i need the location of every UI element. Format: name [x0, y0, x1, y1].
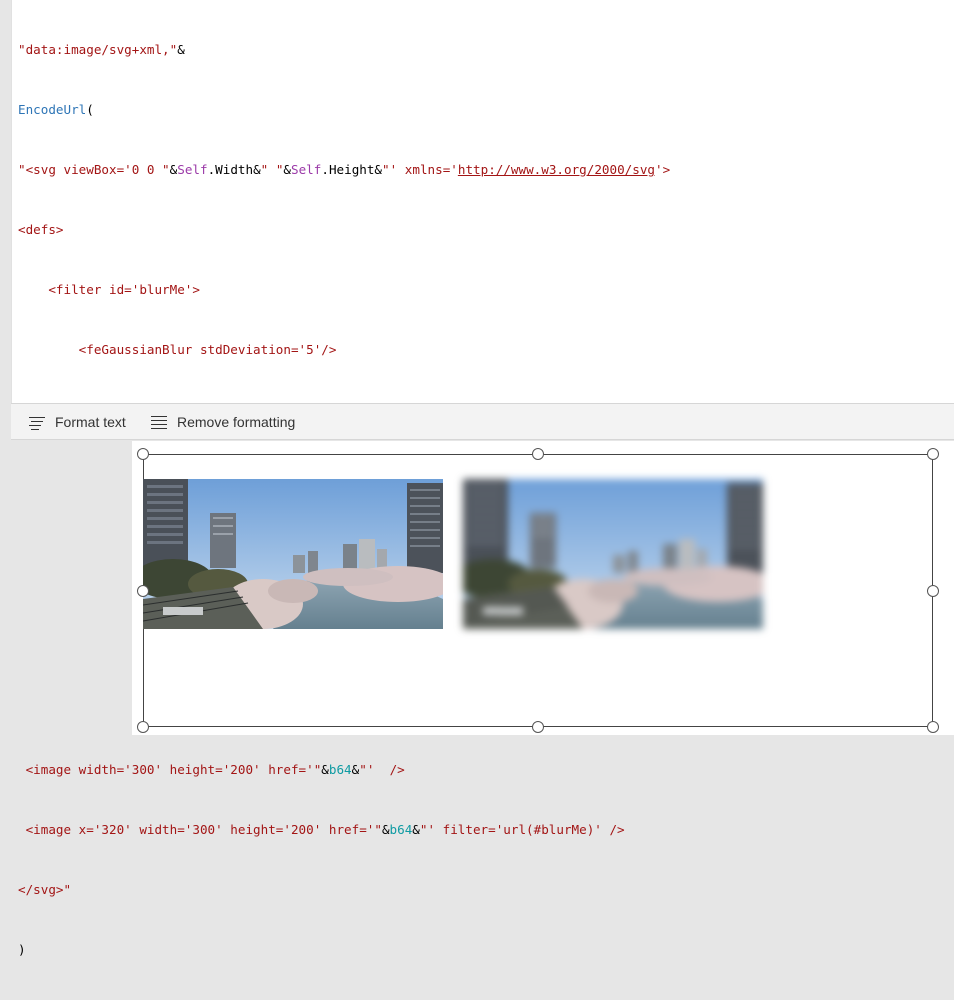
resize-handle-bottom-right[interactable]: [927, 721, 939, 733]
code-line-3: "<svg viewBox='0 0 "&Self.Width&" "&Self…: [18, 162, 671, 177]
cherry-blossom-river-photo-blurred: [463, 479, 763, 629]
code-line-1: "data:image/svg+xml,"&: [18, 42, 185, 57]
remove-formatting-button[interactable]: Remove formatting: [151, 404, 295, 439]
code-line-14: <image x='320' width='300' height='200' …: [18, 822, 625, 837]
resize-handle-right[interactable]: [927, 585, 939, 597]
code-line-13: <image width='300' height='200' href='"&…: [18, 762, 405, 777]
resize-handle-top-right[interactable]: [927, 448, 939, 460]
code-line-2: EncodeUrl(: [18, 102, 94, 117]
formula-format-bar: Format text Remove formatting: [11, 403, 954, 440]
code-line-16: ): [18, 942, 26, 957]
code-line-15: </svg>": [18, 882, 72, 897]
formula-editor[interactable]: "data:image/svg+xml,"& EncodeUrl( "<svg …: [11, 0, 954, 957]
resize-handle-top[interactable]: [532, 448, 544, 460]
resize-handle-left[interactable]: [137, 585, 149, 597]
resize-handle-top-left[interactable]: [137, 448, 149, 460]
code-line-4: <defs>: [18, 222, 64, 237]
code-line-6: <feGaussianBlur stdDeviation='5'/>: [18, 342, 337, 357]
remove-formatting-icon: [151, 414, 169, 430]
code-line-5: <filter id='blurMe'>: [18, 282, 200, 297]
format-text-label: Format text: [55, 413, 126, 430]
remove-formatting-label: Remove formatting: [177, 413, 296, 430]
resize-handle-bottom-left[interactable]: [137, 721, 149, 733]
format-text-icon: [29, 414, 47, 431]
resize-handle-bottom[interactable]: [532, 721, 544, 733]
cherry-blossom-river-photo: [143, 479, 443, 629]
format-text-button[interactable]: Format text: [29, 404, 126, 439]
